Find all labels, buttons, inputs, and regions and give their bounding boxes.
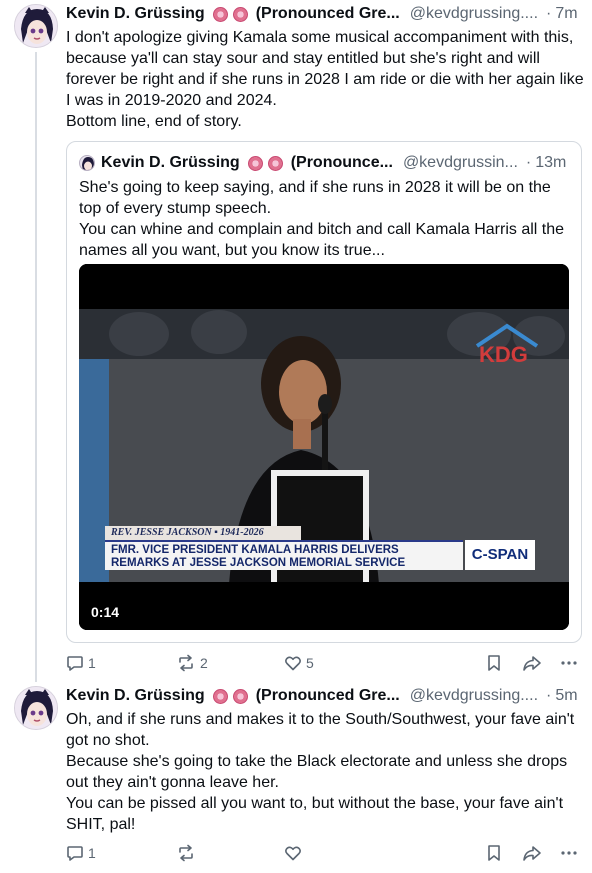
separator-dot: ·	[546, 5, 552, 22]
quote-author-handle[interactable]: @kevdgrussin...	[403, 154, 518, 172]
bookmark-icon	[488, 655, 500, 671]
more-icon	[561, 661, 577, 665]
repost-button[interactable]: 2	[176, 652, 208, 674]
author-handle[interactable]: @kevdgrussing....	[410, 687, 538, 705]
video-player[interactable]: KDG REV. JESSE JACKSON ▪ 1941-2026 FMR. …	[79, 264, 569, 630]
like-button[interactable]: 5	[284, 652, 314, 674]
author-name[interactable]: Kevin D. Grüssing	[66, 687, 205, 705]
share-button[interactable]	[522, 652, 542, 674]
separator-dot: ·	[546, 687, 552, 704]
flower-emoji-icon	[212, 6, 228, 22]
quote-avatar-image	[82, 157, 94, 170]
bookmark-icon	[488, 845, 500, 861]
repost-count: 2	[200, 655, 208, 671]
reply-icon	[67, 656, 83, 671]
quote-header: Kevin D. Grüssing (Pronounce... @kevdgru…	[79, 153, 573, 173]
post-header: Kevin D. Grüssing (Pronounced Gre... @ke…	[66, 685, 582, 707]
share-icon	[523, 656, 541, 671]
caption-line-2: REMARKS AT JESSE JACKSON MEMORIAL SERVIC…	[111, 557, 406, 569]
more-options-button[interactable]	[560, 842, 578, 864]
video-duration: 0:14	[91, 604, 120, 620]
bookmark-button[interactable]	[486, 652, 502, 674]
reply-icon	[67, 846, 83, 861]
post-text-content: I don't apologize giving Kamala some mus…	[66, 29, 584, 130]
reply-button[interactable]: 1	[66, 842, 96, 864]
share-icon	[523, 846, 541, 861]
share-button[interactable]	[522, 842, 542, 864]
author-name[interactable]: Kevin D. Grüssing	[66, 5, 205, 23]
post-text: Oh, and if she runs and makes it to the …	[66, 709, 584, 835]
flower-emoji-icon	[247, 155, 263, 171]
display-name-suffix[interactable]: (Pronounced Gre...	[256, 5, 400, 23]
like-button[interactable]	[284, 842, 302, 864]
avatar[interactable]	[14, 4, 58, 48]
quote-author-name[interactable]: Kevin D. Grüssing	[101, 154, 240, 172]
lower-third-name: REV. JESSE JACKSON ▪ 1941-2026	[105, 526, 301, 540]
author-handle[interactable]: @kevdgrussing....	[410, 5, 538, 23]
watermark-logo: KDG	[479, 342, 528, 367]
display-name-suffix[interactable]: (Pronounced Gre...	[256, 687, 400, 705]
separator-dot: ·	[525, 154, 532, 171]
repost-icon	[179, 654, 193, 672]
post-time[interactable]: 7m	[555, 5, 577, 23]
more-options-button[interactable]	[560, 652, 578, 674]
thread-line	[35, 52, 37, 682]
lower-third-caption: FMR. VICE PRESIDENT KAMALA HARRIS DELIVE…	[105, 540, 463, 570]
quote-time[interactable]: 13m	[535, 154, 566, 172]
quote-text-content: She's going to keep saying, and if she r…	[79, 179, 565, 259]
post-actions: 1 2 5	[66, 652, 582, 674]
post-text: I don't apologize giving Kamala some mus…	[66, 27, 584, 132]
caption-line-1: FMR. VICE PRESIDENT KAMALA HARRIS DELIVE…	[111, 544, 399, 556]
avatar-image	[15, 687, 57, 729]
repost-button[interactable]	[176, 842, 196, 864]
flower-emoji-icon	[267, 155, 283, 171]
like-icon	[285, 846, 301, 861]
more-icon	[561, 851, 577, 855]
flower-emoji-icon	[232, 688, 248, 704]
post-text-content: Oh, and if she runs and makes it to the …	[66, 711, 575, 833]
post-1[interactable]: Kevin D. Grüssing (Pronounced Gre... @ke…	[0, 0, 592, 682]
post-header: Kevin D. Grüssing (Pronounced Gre... @ke…	[66, 3, 582, 25]
avatar-image	[15, 5, 57, 47]
like-count: 5	[306, 655, 314, 671]
post-time[interactable]: 5m	[555, 687, 577, 705]
quote-post[interactable]: Kevin D. Grüssing (Pronounce... @kevdgru…	[66, 141, 582, 643]
post-actions: 1	[66, 842, 582, 864]
bookmark-button[interactable]	[486, 842, 502, 864]
like-icon	[285, 656, 301, 671]
reply-button[interactable]: 1	[66, 652, 96, 674]
reply-count: 1	[88, 655, 96, 671]
avatar[interactable]	[14, 686, 58, 730]
reply-count: 1	[88, 845, 96, 861]
video-frame: KDG	[79, 264, 569, 630]
quote-text: She's going to keep saying, and if she r…	[79, 177, 569, 261]
quote-display-name-suffix[interactable]: (Pronounce...	[291, 154, 393, 172]
post-2[interactable]: Kevin D. Grüssing (Pronounced Gre... @ke…	[0, 682, 592, 873]
network-logo: C-SPAN	[465, 540, 535, 570]
repost-icon	[179, 844, 193, 862]
flower-emoji-icon	[212, 688, 228, 704]
flower-emoji-icon	[232, 6, 248, 22]
quote-avatar	[79, 155, 95, 171]
